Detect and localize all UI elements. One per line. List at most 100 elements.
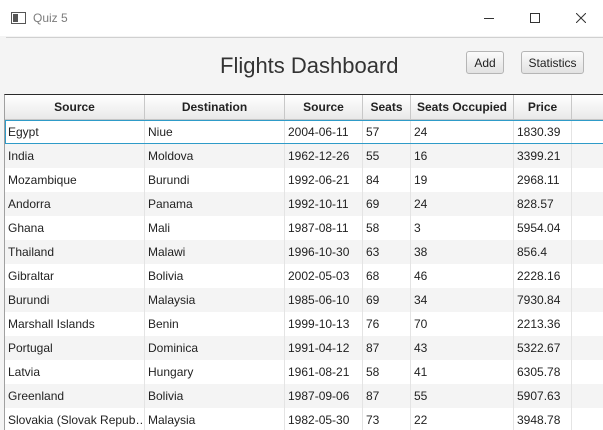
table-row[interactable]: Ghana Mali 1987-08-11 58 3 5954.04 — [5, 216, 603, 240]
column-header-date[interactable]: Source — [285, 95, 363, 119]
column-header-price[interactable]: Price — [514, 95, 572, 119]
table-row[interactable]: Greenland Bolivia 1987-09-06 87 55 5907.63 — [5, 384, 603, 408]
table-cell: 5907.63 — [514, 384, 572, 408]
window-title: Quiz 5 — [33, 11, 68, 25]
table-cell: 2002-05-03 — [285, 264, 363, 288]
table-cell-filler — [572, 168, 603, 192]
column-header-destination[interactable]: Destination — [145, 95, 285, 119]
table-cell: 38 — [411, 240, 514, 264]
table-row[interactable]: Latvia Hungary 1961-08-21 58 41 6305.78 — [5, 360, 603, 384]
maximize-icon — [530, 13, 540, 23]
table-cell: 1830.39 — [514, 120, 572, 144]
table-row[interactable]: India Moldova 1962-12-26 55 16 3399.21 — [5, 144, 603, 168]
table-cell: 70 — [411, 312, 514, 336]
title-bar[interactable]: Quiz 5 — [0, 0, 603, 36]
table-cell: 58 — [363, 216, 411, 240]
table-cell: Niue — [145, 120, 285, 144]
table-cell: Mozambique — [5, 168, 145, 192]
table-row[interactable]: Slovakia (Slovak Repub… Malaysia 1982-05-3… — [5, 408, 603, 430]
table-cell: 828.57 — [514, 192, 572, 216]
table-cell: 87 — [363, 336, 411, 360]
table-cell: 63 — [363, 240, 411, 264]
minimize-button[interactable] — [466, 0, 512, 36]
table-cell: Egypt — [5, 120, 145, 144]
table-row[interactable]: Egypt Niue 2004-06-11 57 24 1830.39 — [5, 120, 603, 144]
table-cell: Andorra — [5, 192, 145, 216]
table-cell: 1999-10-13 — [285, 312, 363, 336]
table-cell: Burundi — [145, 168, 285, 192]
table-cell-filler — [572, 240, 603, 264]
app-icon — [11, 11, 26, 24]
table-cell: 1961-08-21 — [285, 360, 363, 384]
table-cell: 2213.36 — [514, 312, 572, 336]
table-cell: 1992-10-11 — [285, 192, 363, 216]
column-header-filler — [572, 95, 603, 119]
flights-table[interactable]: Source Destination Source Seats Seats Oc… — [4, 94, 603, 430]
table-cell: Panama — [145, 192, 285, 216]
table-cell: 7930.84 — [514, 288, 572, 312]
table-cell-filler — [572, 120, 603, 144]
table-cell: Marshall Islands — [5, 312, 145, 336]
table-cell: 16 — [411, 144, 514, 168]
table-row[interactable]: Burundi Malaysia 1985-06-10 69 34 7930.84 — [5, 288, 603, 312]
table-cell: 2004-06-11 — [285, 120, 363, 144]
add-button[interactable]: Add — [466, 51, 504, 74]
table-row[interactable]: Thailand Malawi 1996-10-30 63 38 856.4 — [5, 240, 603, 264]
table-cell: Slovakia (Slovak Repub… — [5, 408, 145, 430]
column-header-source[interactable]: Source — [5, 95, 145, 119]
table-cell: 856.4 — [514, 240, 572, 264]
table-cell: Ghana — [5, 216, 145, 240]
minimize-icon — [484, 18, 494, 19]
table-cell: 55 — [363, 144, 411, 168]
table-row[interactable]: Portugal Dominica 1991-04-12 87 43 5322.67 — [5, 336, 603, 360]
column-header-seats-occupied[interactable]: Seats Occupied — [411, 95, 514, 119]
table-cell: Malaysia — [145, 408, 285, 430]
table-cell: Bolivia — [145, 384, 285, 408]
table-cell: Portugal — [5, 336, 145, 360]
table-cell: 69 — [363, 288, 411, 312]
table-cell: 43 — [411, 336, 514, 360]
table-cell: 5322.67 — [514, 336, 572, 360]
table-cell: 68 — [363, 264, 411, 288]
table-cell: 76 — [363, 312, 411, 336]
table-header: Source Destination Source Seats Seats Oc… — [5, 95, 603, 120]
table-cell-filler — [572, 336, 603, 360]
table-cell-filler — [572, 216, 603, 240]
table-cell: Burundi — [5, 288, 145, 312]
table-cell: Bolivia — [145, 264, 285, 288]
table-cell: 1982-05-30 — [285, 408, 363, 430]
column-header-seats[interactable]: Seats — [363, 95, 411, 119]
table-cell: 19 — [411, 168, 514, 192]
table-cell: Malawi — [145, 240, 285, 264]
table-cell: 55 — [411, 384, 514, 408]
statistics-button[interactable]: Statistics — [521, 51, 584, 74]
table-body: Egypt Niue 2004-06-11 57 24 1830.39 India Moldo… — [5, 120, 603, 430]
table-cell: Thailand — [5, 240, 145, 264]
table-cell: 69 — [363, 192, 411, 216]
dashboard-header: Flights Dashboard Add Statistics — [6, 37, 603, 95]
page-title: Flights Dashboard — [220, 53, 399, 78]
table-cell: 34 — [411, 288, 514, 312]
table-cell: 41 — [411, 360, 514, 384]
app-window: Quiz 5 Flights Dashboard Add Statistics … — [0, 0, 603, 430]
table-cell: 73 — [363, 408, 411, 430]
table-row[interactable]: Mozambique Burundi 1992-06-21 84 19 2968.11 — [5, 168, 603, 192]
table-cell: Malaysia — [145, 288, 285, 312]
table-row[interactable]: Gibraltar Bolivia 2002-05-03 68 46 2228.16 — [5, 264, 603, 288]
table-cell: Greenland — [5, 384, 145, 408]
table-cell: 87 — [363, 384, 411, 408]
table-cell: 84 — [363, 168, 411, 192]
table-row[interactable]: Andorra Panama 1992-10-11 69 24 828.57 — [5, 192, 603, 216]
table-cell-filler — [572, 360, 603, 384]
table-cell: 1987-08-11 — [285, 216, 363, 240]
table-cell-filler — [572, 264, 603, 288]
table-cell: 22 — [411, 408, 514, 430]
table-cell: Benin — [145, 312, 285, 336]
table-cell: Mali — [145, 216, 285, 240]
close-button[interactable] — [558, 0, 603, 36]
table-cell: 1987-09-06 — [285, 384, 363, 408]
maximize-button[interactable] — [512, 0, 558, 36]
table-row[interactable]: Marshall Islands Benin 1999-10-13 76 70 2213.… — [5, 312, 603, 336]
table-cell: 6305.78 — [514, 360, 572, 384]
table-cell: 24 — [411, 192, 514, 216]
